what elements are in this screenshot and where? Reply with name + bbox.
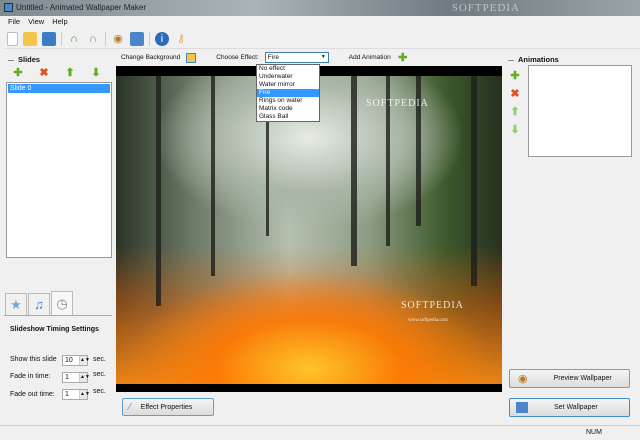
move-down-icon[interactable]: ⬇ [509,123,521,136]
set-wallpaper-icon[interactable] [130,32,144,46]
eye-icon: ◉ [518,372,528,385]
tab-timing[interactable]: ◷ [51,291,73,316]
wand-icon: ⁄ [129,402,131,413]
effect-dropdown: No effect Underwater Water mirror Fire R… [256,64,320,122]
effect-option[interactable]: Glass Ball [257,113,319,121]
fade-out-label: Fade out time: [10,391,55,398]
delete-slide-icon[interactable]: ✖ [38,66,50,79]
menu-file[interactable]: File [8,16,20,28]
unit-label: sec. [93,356,106,363]
new-file-icon[interactable] [7,32,18,46]
app-icon [4,3,13,12]
spin-arrows-icon[interactable]: ▲▼ [79,356,87,365]
move-down-icon[interactable]: ⬇ [90,66,102,79]
delete-animation-icon[interactable]: ✖ [509,87,521,100]
preview-wallpaper-button[interactable]: ◉ Preview Wallpaper [509,369,630,388]
timing-panel: Slideshow Timing Settings [4,315,112,425]
music-icon: ♫ [34,297,44,312]
move-up-icon[interactable]: ⬆ [64,66,76,79]
tab-effects[interactable]: ★ [5,293,27,315]
divider [105,32,106,46]
fade-in-label: Fade in time: [10,373,50,380]
menu-view[interactable]: View [28,16,44,28]
change-background-button[interactable]: Change Background [121,54,180,61]
monitor-icon [516,402,528,413]
status-bar: NUM [0,425,640,440]
effect-properties-button[interactable]: ⁄ Effect Properties [122,398,214,416]
tab-music[interactable]: ♫ [28,293,50,315]
watermark: SOFTPEDIA [366,98,429,109]
effect-option[interactable]: No effect [257,65,319,73]
clock-icon: ◷ [56,296,67,312]
move-up-icon[interactable]: ⬆ [509,105,521,118]
spin-arrows-icon[interactable]: ▲▼ [79,390,87,399]
add-animation-icon[interactable]: ✚ [509,69,521,82]
fade-in-value[interactable]: 1 [63,373,79,382]
divider [149,32,150,46]
save-icon[interactable] [42,32,56,46]
menu-bar: File View Help [4,16,640,28]
selected-effect: Fire [268,54,279,61]
window-title: Untitled - Animated Wallpaper Maker [16,3,146,12]
spin-arrows-icon[interactable]: ▲▼ [79,373,87,382]
show-slide-value[interactable]: 10 [63,356,79,365]
unit-label: sec. [93,388,106,395]
animations-list[interactable] [528,65,632,157]
slides-list[interactable]: Slide 0 [6,82,112,258]
show-slide-stepper[interactable]: 10▲▼ [62,355,88,366]
picture-icon[interactable] [186,53,196,63]
fade-out-value[interactable]: 1 [63,390,79,399]
effect-toolbar: Change Background Choose Effect: Fire Ad… [115,50,503,65]
set-wallpaper-button[interactable]: Set Wallpaper [509,398,630,417]
forest-fire-image: SOFTPEDIA SOFTPEDIA www.softpedia.com [116,76,502,384]
info-icon[interactable]: i [155,32,169,46]
star-icon: ★ [10,297,22,313]
divider [61,32,62,46]
watermark: SOFTPEDIA [401,300,464,311]
add-animation-button[interactable]: Add Animation [349,54,391,61]
fade-out-stepper[interactable]: 1▲▼ [62,389,88,400]
choose-effect-label: Choose Effect: [216,54,259,61]
add-icon[interactable]: ✚ [397,51,409,64]
unit-label: sec. [93,371,106,378]
preview-wallpaper-label: Preview Wallpaper [554,375,612,382]
redo-icon[interactable]: ∩ [86,32,100,46]
effect-option[interactable]: Underwater [257,73,319,81]
list-item[interactable]: Slide 0 [8,84,110,93]
key-icon[interactable]: ⚷ [174,32,188,46]
watermark-url: www.softpedia.com [408,318,448,323]
effect-option[interactable]: Water mirror [257,81,319,89]
effect-properties-label: Effect Properties [141,404,193,411]
menu-help[interactable]: Help [52,16,67,28]
num-lock-indicator: NUM [586,429,602,436]
animations-header: Animations [508,55,559,64]
effect-option[interactable]: Matrix code [257,105,319,113]
effect-option[interactable]: Fire [257,89,319,97]
open-folder-icon[interactable] [23,32,37,46]
undo-icon[interactable]: ∩ [67,32,81,46]
eye-icon[interactable]: ◉ [111,32,125,46]
slides-header: Slides [8,55,40,64]
timing-title: Slideshow Timing Settings [10,326,99,333]
fade-in-stepper[interactable]: 1▲▼ [62,372,88,383]
background-watermark: SOFTPEDIA [452,2,520,14]
show-slide-label: Show this slide [10,356,57,363]
effect-option[interactable]: Rings on water [257,97,319,105]
title-bar: Untitled - Animated Wallpaper Maker [0,0,640,16]
effect-select[interactable]: Fire [265,52,329,63]
add-slide-icon[interactable]: ✚ [12,66,24,79]
set-wallpaper-label: Set Wallpaper [554,404,598,411]
toolbar: ∩ ∩ ◉ i ⚷ [4,29,640,49]
